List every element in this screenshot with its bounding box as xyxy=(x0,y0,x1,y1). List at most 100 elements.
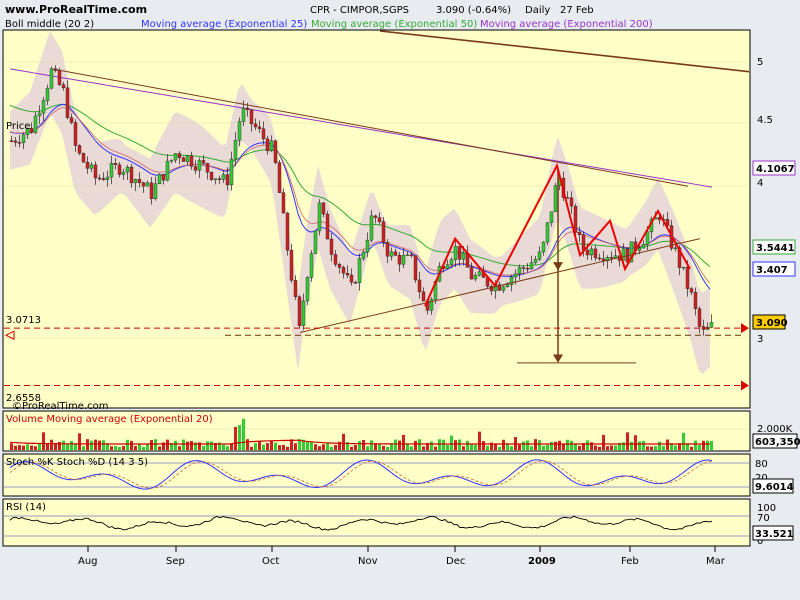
candle xyxy=(373,215,378,218)
level-label-upper: 3.0713 xyxy=(6,315,41,326)
volume-bar xyxy=(242,418,245,450)
candle xyxy=(141,182,146,187)
volume-last: 603,350 xyxy=(755,437,800,448)
volume-bar xyxy=(386,446,389,450)
candle xyxy=(581,234,586,251)
candle xyxy=(413,255,418,281)
candle xyxy=(157,174,162,185)
volume-bar xyxy=(66,444,69,450)
volume-bar xyxy=(310,441,313,450)
candle xyxy=(17,142,22,144)
candle xyxy=(349,274,354,283)
volume-bar xyxy=(610,445,613,450)
candle xyxy=(613,255,618,259)
volume-bar xyxy=(410,446,413,450)
candle xyxy=(393,251,398,256)
volume-bar xyxy=(710,441,713,450)
rsi-last: 33.521 xyxy=(755,529,794,540)
volume-bar xyxy=(522,441,525,450)
volume-bar xyxy=(626,432,629,450)
x-label-2009: 2009 xyxy=(528,556,556,567)
candle xyxy=(477,271,482,276)
volume-bar xyxy=(690,446,693,450)
candle xyxy=(13,140,18,143)
volume-bar xyxy=(326,442,329,450)
candle xyxy=(69,117,74,123)
volume-bar xyxy=(526,440,529,450)
volume-bar xyxy=(210,441,213,450)
volume-bar xyxy=(138,443,141,450)
quote-value: 3.090 (-0.64%) xyxy=(436,5,511,16)
volume-bar xyxy=(274,442,277,450)
volume-bar xyxy=(358,441,361,450)
volume-bar xyxy=(602,434,605,450)
candle xyxy=(177,153,182,159)
volume-bar xyxy=(230,443,233,450)
volume-bar xyxy=(202,445,205,450)
candle xyxy=(453,246,458,260)
candle xyxy=(149,182,154,200)
candle xyxy=(125,166,130,173)
candle xyxy=(9,140,14,142)
volume-bar xyxy=(118,446,121,450)
candle xyxy=(549,211,554,223)
volume-bar xyxy=(650,446,653,450)
candle xyxy=(389,251,394,257)
x-label-dec: Dec xyxy=(446,556,465,567)
volume-bar xyxy=(246,439,249,450)
candle xyxy=(357,258,362,283)
candle xyxy=(129,166,134,184)
candle xyxy=(81,153,86,163)
x-label-sep: Sep xyxy=(166,556,185,567)
volume-bar xyxy=(206,441,209,450)
candle xyxy=(637,247,642,251)
candle xyxy=(513,273,518,278)
volume-bar xyxy=(474,444,477,450)
volume-bar xyxy=(554,441,557,450)
candle xyxy=(317,202,322,232)
candle xyxy=(193,166,198,171)
volume-bar xyxy=(422,446,425,450)
candle xyxy=(173,153,178,161)
candle xyxy=(65,87,70,118)
volume-bar xyxy=(174,440,177,450)
volume-bar xyxy=(318,446,321,450)
candle xyxy=(541,241,546,253)
candle xyxy=(185,155,190,162)
volume-bar xyxy=(542,445,545,450)
volume-bar xyxy=(646,446,649,450)
volume-bar xyxy=(458,439,461,450)
volume-bar xyxy=(502,439,505,450)
candle xyxy=(657,217,662,221)
candle xyxy=(421,291,426,302)
candle xyxy=(77,145,82,154)
volume-bar xyxy=(442,439,445,450)
legend-ma200: Moving average (Exponential 200) xyxy=(480,19,653,30)
candle xyxy=(273,140,278,163)
legend-price: Boll middle (20 2) xyxy=(5,19,94,30)
volume-bar xyxy=(666,439,669,450)
candle xyxy=(525,268,530,270)
stoch-title: Stoch %K Stoch %D (14 3 5) xyxy=(6,457,148,468)
x-label-nov: Nov xyxy=(358,556,378,567)
candle xyxy=(697,308,702,327)
volume-bar xyxy=(110,446,113,450)
candle xyxy=(337,264,342,268)
candle xyxy=(329,238,334,255)
candle xyxy=(241,107,246,122)
volume-bar xyxy=(150,440,153,450)
candle xyxy=(681,266,686,269)
volume-bar xyxy=(662,445,665,450)
volume-bar xyxy=(82,446,85,450)
volume-bar xyxy=(14,445,17,450)
volume-bar xyxy=(566,439,569,450)
stoch-last: 9.6014 xyxy=(755,482,794,493)
volume-bar xyxy=(270,440,273,450)
price-tick-4-5: 4.5 xyxy=(757,115,773,126)
tag-ma200: 4.1067 xyxy=(756,164,795,175)
candle xyxy=(609,257,614,259)
volume-bar xyxy=(658,441,661,450)
candle xyxy=(449,259,454,265)
volume-bar xyxy=(702,440,705,450)
candle xyxy=(297,296,302,326)
